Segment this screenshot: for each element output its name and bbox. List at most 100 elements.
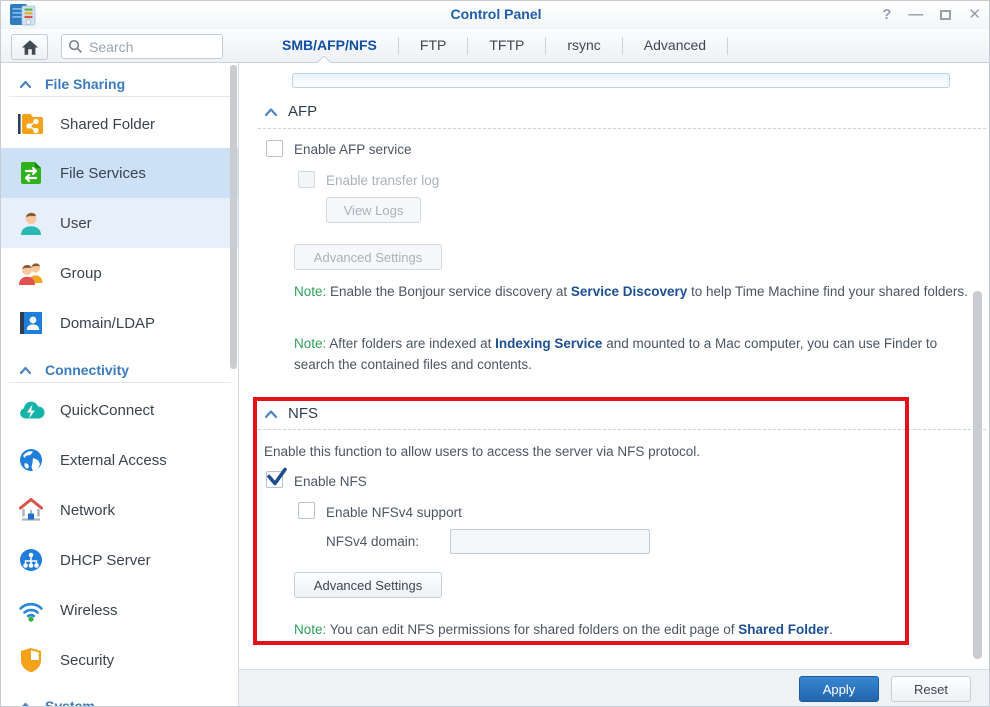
home-icon [21,39,39,56]
sidebar-item-label: File Services [60,165,146,182]
checkmark-icon [266,467,288,487]
security-icon [17,646,45,674]
quickconnect-icon [17,396,45,424]
indexing-service-link[interactable]: Indexing Service [495,336,602,351]
footer-bar: Apply Reset [239,669,990,707]
content-panel: AFP Enable AFP service Enable transfer l… [239,63,990,669]
sidebar-item-network[interactable]: Network [1,485,239,535]
sidebar-item-security[interactable]: Security [1,635,239,685]
apply-button[interactable]: Apply [799,676,879,702]
sidebar-item-label: Group [60,265,102,282]
afp-advanced-settings-button[interactable]: Advanced Settings [294,244,442,270]
shared-folder-icon [17,110,45,138]
close-button[interactable]: ✕ [968,7,981,23]
sidebar-item-label: QuickConnect [60,402,154,419]
chevron-up-icon [19,366,32,375]
sidebar-item-label: External Access [60,452,167,469]
afp-note-bonjour: Note: Enable the Bonjour service discove… [294,281,972,302]
enable-transfer-log-checkbox[interactable] [298,171,315,188]
section-label: Connectivity [45,362,129,378]
divider [258,429,986,430]
enable-nfsv4-checkbox[interactable] [298,502,315,519]
chevron-up-icon [19,702,32,707]
sidebar-item-shared-folder[interactable]: Shared Folder [1,99,239,149]
external-access-icon [17,446,45,474]
note-text: to help Time Machine find your shared fo… [687,284,968,299]
afp-section-header[interactable]: AFP [264,103,317,120]
note-prefix: Note: [294,284,326,299]
tab-ftp[interactable]: FTP [399,29,467,62]
dhcp-server-icon [17,546,45,574]
wireless-icon [17,596,45,624]
note-text: . [829,622,833,637]
sidebar-item-label: Wireless [60,602,118,619]
section-label: File Sharing [45,76,125,92]
collapse-chevron-icon [264,107,278,117]
maximize-icon [940,10,951,20]
search-icon [68,39,83,54]
group-icon [17,259,45,287]
note-text: Enable the Bonjour service discovery at [326,284,571,299]
user-icon [17,209,45,237]
maximize-button[interactable] [940,7,951,23]
nfsv4-domain-input[interactable] [450,529,650,554]
sidebar-item-label: DHCP Server [60,552,151,569]
nfs-advanced-settings-button[interactable]: Advanced Settings [294,572,442,598]
tab-advanced[interactable]: Advanced [623,29,727,62]
page-title: Control Panel [1,6,990,22]
nfs-section-header[interactable]: NFS [264,405,318,422]
tab-separator [727,37,728,55]
search-box[interactable] [61,34,223,59]
nfs-highlight-rectangle [253,397,909,645]
nfs-note-permissions: Note: You can edit NFS permissions for s… [294,619,934,640]
note-prefix: Note: [294,336,326,351]
sidebar-section-connectivity[interactable]: Connectivity [1,359,239,381]
home-button[interactable] [11,34,48,60]
sidebar-item-label: Domain/LDAP [60,315,155,332]
sidebar: File Sharing Shared Folder [1,63,239,707]
sidebar-item-quickconnect[interactable]: QuickConnect [1,385,239,435]
file-services-icon [17,159,45,187]
note-text: You can edit NFS permissions for shared … [326,622,738,637]
sidebar-item-label: Shared Folder [60,116,155,133]
enable-nfs-checkbox[interactable] [266,471,283,488]
afp-note-indexing: Note: After folders are indexed at Index… [294,333,976,375]
sidebar-section-system[interactable]: System [1,695,239,707]
sidebar-scrollbar[interactable] [230,65,237,369]
sidebar-section-file-sharing[interactable]: File Sharing [1,73,239,95]
view-logs-button[interactable]: View Logs [326,197,421,223]
help-button[interactable]: ? [882,7,891,23]
control-panel-window: Control Panel ? — ✕ SMB/AFP/NFS FTP TFTP [0,0,990,707]
chevron-up-icon [19,80,32,89]
network-icon [17,496,45,524]
domain-ldap-icon [17,309,45,337]
sidebar-item-file-services[interactable]: File Services [1,148,239,198]
sidebar-item-domain-ldap[interactable]: Domain/LDAP [1,298,239,348]
content-scrollbar[interactable] [973,291,982,659]
sidebar-item-label: User [60,215,92,232]
divider [9,96,231,97]
nfs-description: Enable this function to allow users to a… [264,444,700,459]
note-prefix: Note: [294,622,326,637]
reset-button[interactable]: Reset [891,676,971,702]
enable-transfer-log-label: Enable transfer log [326,173,439,188]
shared-folder-link[interactable]: Shared Folder [738,622,829,637]
sidebar-item-dhcp-server[interactable]: DHCP Server [1,535,239,585]
tab-rsync[interactable]: rsync [546,29,621,62]
sidebar-item-label: Security [60,652,114,669]
titlebar: Control Panel ? — ✕ [1,1,990,29]
minimize-button[interactable]: — [908,7,923,23]
service-discovery-link[interactable]: Service Discovery [571,284,687,299]
nfs-section-title: NFS [288,405,318,422]
sidebar-item-external-access[interactable]: External Access [1,435,239,485]
sidebar-item-user[interactable]: User [1,198,239,248]
search-input[interactable] [89,39,199,55]
scrolled-panel-edge [292,73,950,88]
tab-tftp[interactable]: TFTP [468,29,545,62]
afp-section-title: AFP [288,103,317,120]
sidebar-item-group[interactable]: Group [1,248,239,298]
section-label: System [45,698,95,707]
sidebar-item-wireless[interactable]: Wireless [1,585,239,635]
enable-nfsv4-label: Enable NFSv4 support [326,505,462,520]
enable-afp-service-checkbox[interactable] [266,140,283,157]
